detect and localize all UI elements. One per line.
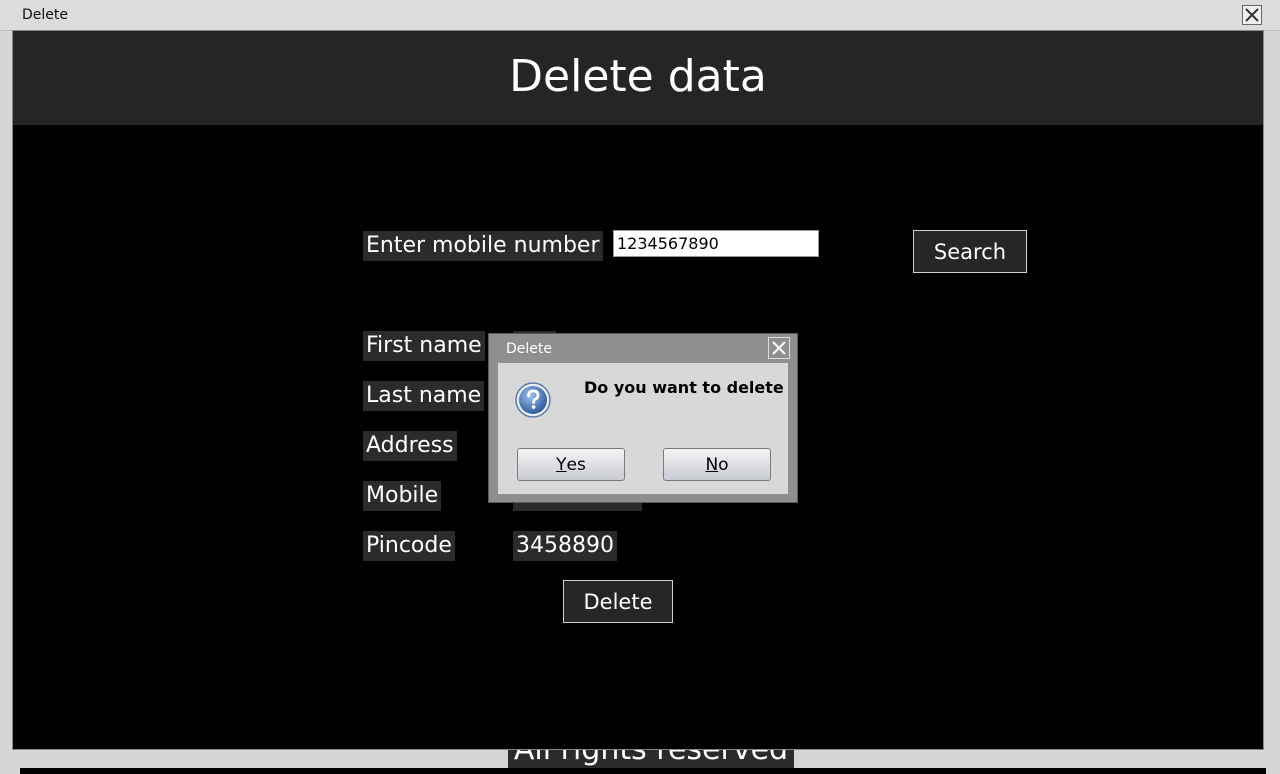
window-title: Delete	[22, 7, 68, 23]
no-button[interactable]: No	[663, 448, 771, 481]
delete-button[interactable]: Delete	[563, 580, 673, 623]
pincode-label: Pincode	[363, 531, 455, 561]
yes-button[interactable]: Yes	[517, 448, 625, 481]
question-icon	[515, 382, 551, 418]
first-name-label: First name	[363, 331, 485, 361]
no-mnemonic: N	[705, 454, 719, 475]
page-title: Delete data	[509, 51, 767, 102]
search-button[interactable]: Search	[913, 230, 1027, 273]
yes-label-rest: es	[566, 454, 586, 475]
pincode-value: 3458890	[513, 531, 617, 561]
mobile-search-input[interactable]	[613, 230, 819, 257]
mobile-search-label: Enter mobile number	[363, 231, 603, 261]
dialog-close-button[interactable]	[768, 337, 790, 359]
dialog-message: Do you want to delete	[584, 378, 784, 397]
no-label-rest: o	[718, 454, 729, 475]
footer-text: All rights reserved	[508, 750, 794, 768]
window-titlebar: Delete	[0, 0, 1280, 31]
header-bar: Delete data	[13, 31, 1263, 125]
dialog-body: Do you want to delete Yes No	[498, 363, 788, 494]
mobile-label: Mobile	[363, 481, 442, 511]
last-name-label: Last name	[363, 381, 485, 411]
close-icon	[772, 341, 786, 355]
yes-mnemonic: Y	[556, 454, 567, 475]
dialog-title: Delete	[506, 341, 552, 357]
confirm-dialog: Delete Do you want to delete Yes No	[488, 333, 798, 503]
address-label: Address	[363, 431, 457, 461]
window-close-button[interactable]	[1242, 5, 1262, 25]
close-icon	[1245, 8, 1259, 22]
bottom-edge	[20, 768, 1266, 774]
